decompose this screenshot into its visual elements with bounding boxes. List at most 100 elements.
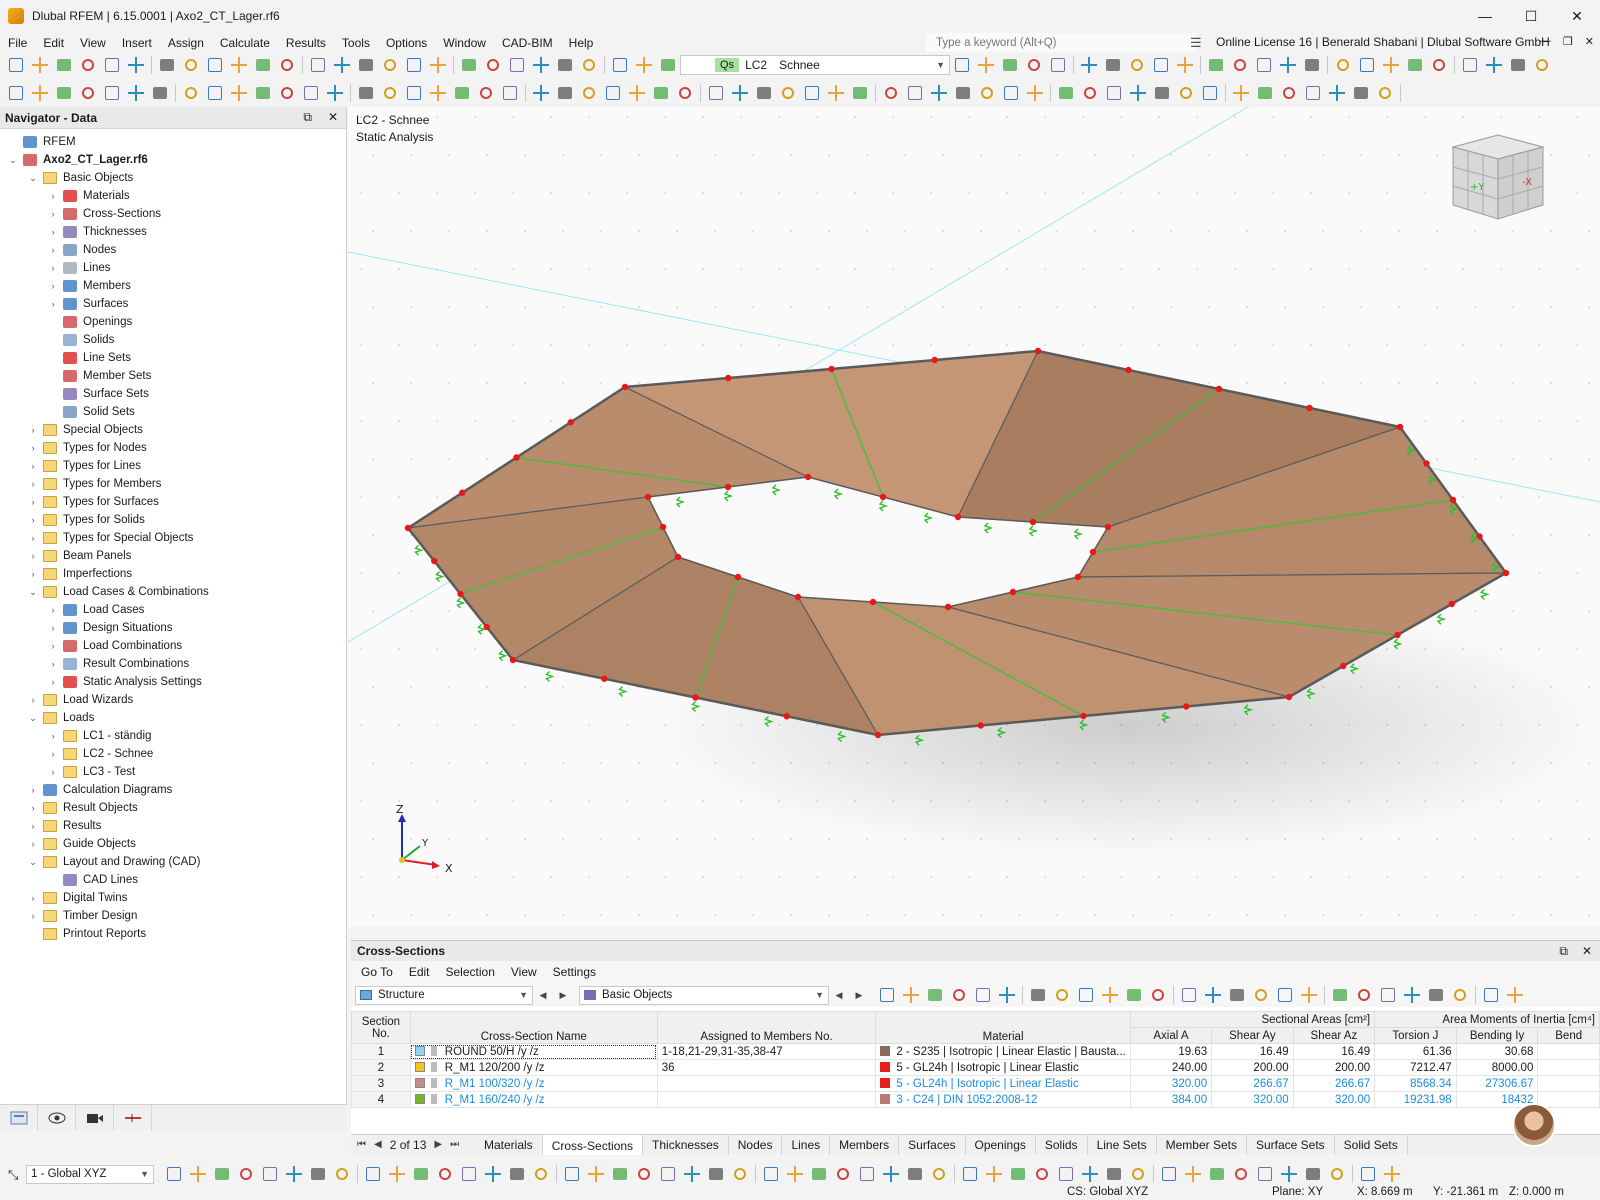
view-tool-icon[interactable] <box>1508 55 1528 75</box>
node-marker[interactable] <box>1009 588 1017 596</box>
edit-tool-icon[interactable] <box>1176 83 1196 103</box>
edit-tool-icon[interactable] <box>579 83 599 103</box>
main-tool-icon[interactable] <box>54 55 74 75</box>
node-marker[interactable] <box>404 524 412 532</box>
view-tool-icon[interactable] <box>1429 55 1449 75</box>
view-tool-icon[interactable] <box>1460 55 1480 75</box>
tab-surfaces[interactable]: Surfaces <box>899 1134 966 1155</box>
cs-menu-go-to[interactable]: Go To <box>353 965 401 979</box>
tab-solid-sets[interactable]: Solid Sets <box>1335 1134 1408 1155</box>
node-marker[interactable] <box>1306 404 1313 412</box>
edit-tool-icon[interactable] <box>1351 83 1371 103</box>
column-header-bending-z[interactable]: Bend <box>1537 1027 1600 1044</box>
chevron-right-icon[interactable]: › <box>46 245 60 255</box>
cell-shear-az[interactable]: 16.49 <box>1292 1043 1376 1060</box>
chevron-right-icon[interactable]: › <box>46 641 60 651</box>
edit-tool-icon[interactable] <box>277 83 297 103</box>
view-tool-icon[interactable] <box>1103 55 1123 75</box>
tab-solids[interactable]: Solids <box>1036 1134 1088 1155</box>
snap-tool-icon[interactable] <box>1008 1164 1028 1184</box>
cell-assigned-members[interactable] <box>656 1075 877 1092</box>
main-tool-icon[interactable] <box>356 55 376 75</box>
cell-bending-iz[interactable] <box>1537 1059 1600 1076</box>
table-tool-icon[interactable] <box>1100 985 1120 1005</box>
close-button[interactable]: ✕ <box>1554 0 1600 32</box>
view-tool-icon[interactable] <box>1333 55 1353 75</box>
chevron-right-icon[interactable]: › <box>26 695 40 705</box>
tab-surface-sets[interactable]: Surface Sets <box>1247 1134 1335 1155</box>
chevron-right-icon[interactable]: › <box>46 623 60 633</box>
snap-tool-icon[interactable] <box>706 1164 726 1184</box>
chevron-right-icon[interactable]: › <box>26 515 40 525</box>
edit-tool-icon[interactable] <box>428 83 448 103</box>
snap-tool-icon[interactable] <box>1183 1164 1203 1184</box>
minimize-button[interactable]: — <box>1462 0 1508 32</box>
cell-axial-a[interactable]: 240.00 <box>1129 1059 1213 1076</box>
main-tool-icon[interactable] <box>380 55 400 75</box>
tree-item-materials[interactable]: › Materials <box>46 187 130 205</box>
table-tool-icon[interactable] <box>1203 985 1223 1005</box>
node-marker[interactable] <box>1394 631 1401 639</box>
main-tool-icon[interactable] <box>634 55 654 75</box>
main-tool-icon[interactable] <box>78 55 98 75</box>
snap-tool-icon[interactable] <box>1080 1164 1100 1184</box>
main-tool-icon[interactable] <box>126 55 146 75</box>
chevron-right-icon[interactable]: › <box>26 533 40 543</box>
edit-tool-icon[interactable] <box>1279 83 1299 103</box>
object-filter-combo[interactable]: Basic Objects ▼ <box>579 985 829 1005</box>
tree-item-beam-panels[interactable]: › Beam Panels <box>26 547 131 565</box>
cs-menu-view[interactable]: View <box>503 965 545 979</box>
menu-file[interactable]: File <box>0 36 35 50</box>
load-case-selector[interactable]: Qs LC2 Schnee ▼ <box>680 55 950 75</box>
view-tool-icon[interactable] <box>1079 55 1099 75</box>
main-tool-icon[interactable] <box>253 55 273 75</box>
snap-tool-icon[interactable] <box>960 1164 980 1184</box>
view-tool-icon[interactable] <box>1357 55 1377 75</box>
snap-tool-icon[interactable] <box>1327 1164 1347 1184</box>
tree-item-static-analysis-settings[interactable]: › Static Analysis Settings <box>46 673 202 691</box>
edit-tool-icon[interactable] <box>1375 83 1395 103</box>
cell-assigned-members[interactable]: 1-18,21-29,31-35,38-47 <box>656 1043 877 1060</box>
edit-tool-icon[interactable] <box>1303 83 1323 103</box>
node-marker[interactable] <box>1029 518 1037 526</box>
chevron-down-icon[interactable]: ⌄ <box>26 587 40 598</box>
table-tool-icon[interactable] <box>1227 985 1247 1005</box>
tab-thicknesses[interactable]: Thicknesses <box>643 1134 729 1155</box>
tree-item-cad-lines[interactable]: CAD Lines <box>46 871 138 889</box>
tree-item-nodes[interactable]: › Nodes <box>46 241 116 259</box>
cell-torsion-j[interactable]: 61.36 <box>1374 1043 1457 1060</box>
chevron-right-icon[interactable]: › <box>46 731 60 741</box>
tree-item-load-cases[interactable]: › Load Cases <box>46 601 144 619</box>
edit-tool-icon[interactable] <box>1200 83 1220 103</box>
tree-item-lc3-test[interactable]: › LC3 - Test <box>46 763 135 781</box>
tree-item-timber-design[interactable]: › Timber Design <box>26 907 137 925</box>
table-tool-icon[interactable] <box>1505 985 1525 1005</box>
node-marker[interactable] <box>431 557 438 565</box>
node-marker[interactable] <box>725 374 732 382</box>
snap-tool-icon[interactable] <box>857 1164 877 1184</box>
cell-bending-iz[interactable] <box>1537 1091 1600 1108</box>
snap-tool-icon[interactable] <box>730 1164 750 1184</box>
node-marker[interactable] <box>509 656 517 664</box>
view-tool-icon[interactable] <box>1254 55 1274 75</box>
view-tool-icon[interactable] <box>1302 55 1322 75</box>
edit-tool-icon[interactable] <box>1231 83 1251 103</box>
menu-view[interactable]: View <box>72 36 114 50</box>
edit-tool-icon[interactable] <box>1001 83 1021 103</box>
snap-tool-icon[interactable] <box>260 1164 280 1184</box>
cell-axial-a[interactable]: 384.00 <box>1129 1091 1213 1108</box>
edit-tool-icon[interactable] <box>1128 83 1148 103</box>
tree-item-lc2-schnee[interactable]: › LC2 - Schnee <box>46 745 153 763</box>
edit-tool-icon[interactable] <box>30 83 50 103</box>
edit-tool-icon[interactable] <box>452 83 472 103</box>
main-tool-icon[interactable] <box>6 55 26 75</box>
tree-item-axo2-ct-lager-rf6[interactable]: ⌄ Axo2_CT_Lager.rf6 <box>6 151 148 169</box>
edit-tool-icon[interactable] <box>253 83 273 103</box>
tree-item-types-for-lines[interactable]: › Types for Lines <box>26 457 141 475</box>
menu-cad-bim[interactable]: CAD-BIM <box>494 36 561 50</box>
snap-tool-icon[interactable] <box>236 1164 256 1184</box>
snap-tool-icon[interactable] <box>809 1164 829 1184</box>
chevron-right-icon[interactable]: › <box>26 551 40 561</box>
results-tab-icon[interactable] <box>114 1105 152 1131</box>
cell-shear-ay[interactable]: 200.00 <box>1211 1059 1294 1076</box>
